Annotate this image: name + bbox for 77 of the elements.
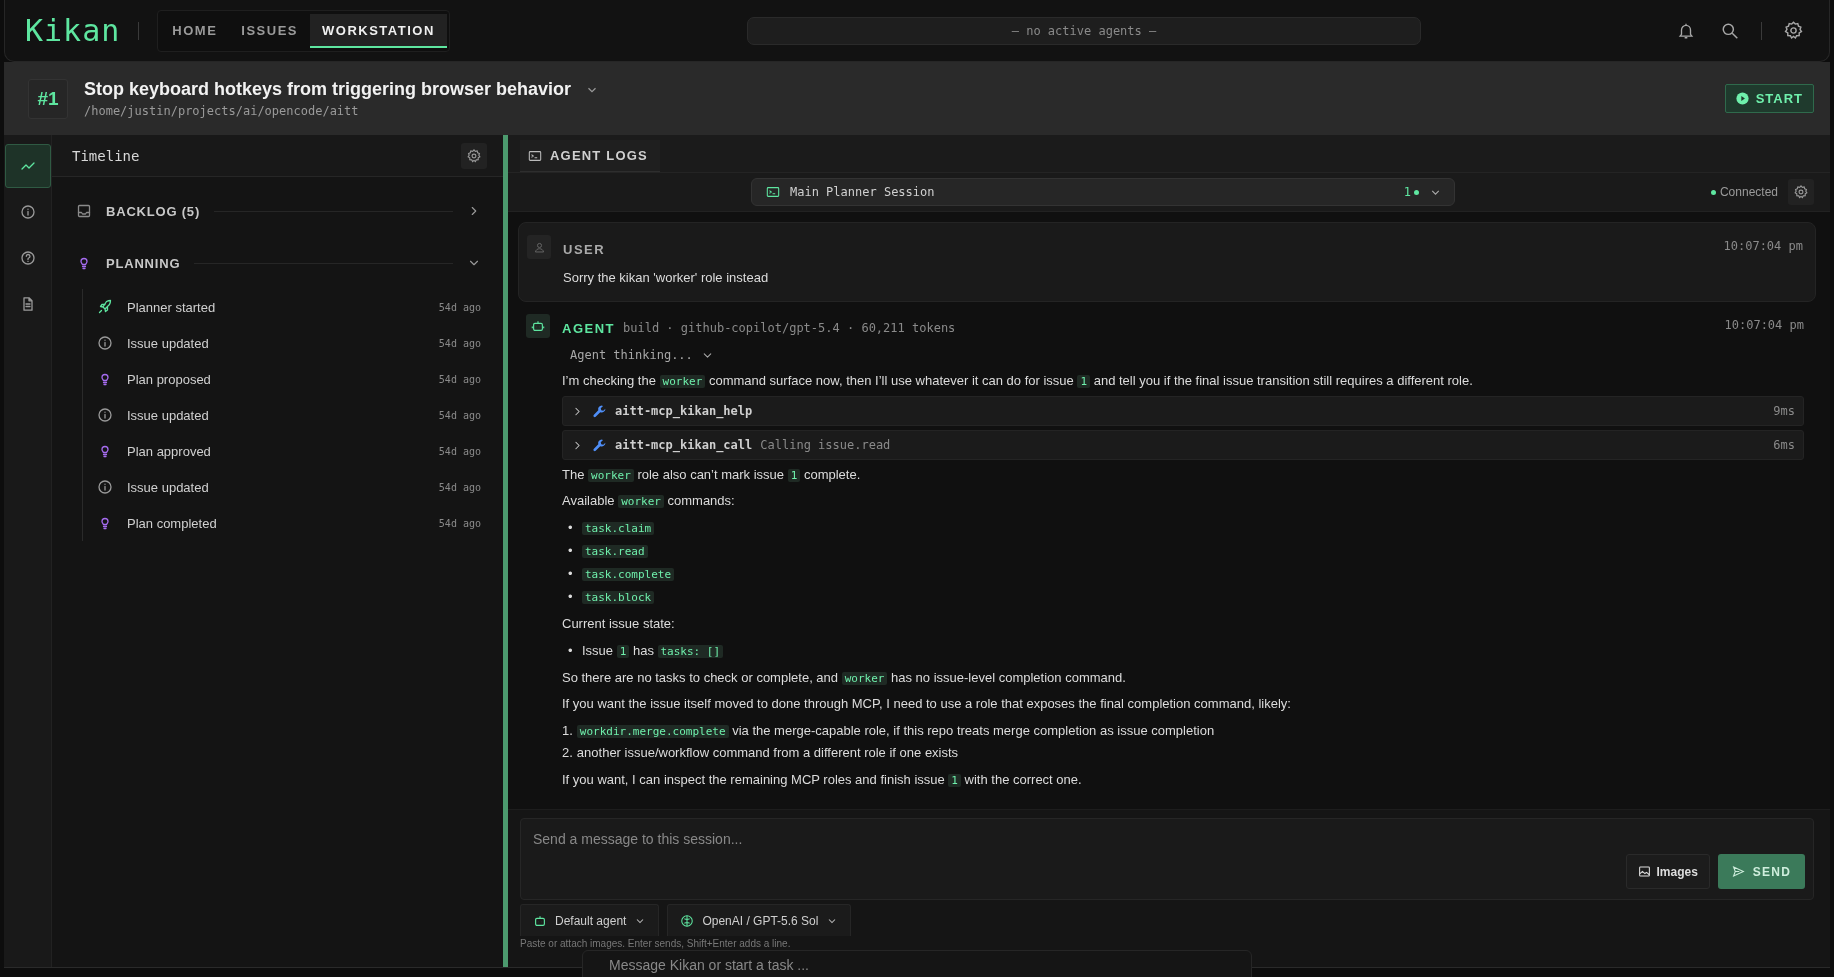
user-icon [527, 235, 551, 259]
terminal-icon [528, 148, 542, 163]
timeline-event[interactable]: Plan approved 54d ago [83, 433, 503, 469]
robot-icon [533, 913, 547, 928]
nav-tab[interactable]: HOME [160, 13, 230, 48]
message-composer[interactable]: Send a message to this session... Images SEND [520, 818, 1814, 900]
thinking-toggle[interactable]: Agent thinking... [562, 348, 722, 362]
start-button[interactable]: START [1724, 84, 1814, 113]
play-icon [1735, 92, 1749, 105]
message-role: USER [563, 241, 606, 257]
tool-name: aitt-mcp_kikan_call [615, 438, 753, 452]
message-time: 10:07:04 pm [1723, 238, 1803, 255]
nav-tab[interactable]: WORKSTATION [310, 13, 447, 48]
message-text: Current issue state: [562, 615, 676, 633]
terminal-icon [766, 185, 780, 199]
globe-icon [680, 913, 695, 928]
message-role: AGENT [562, 320, 615, 336]
timeline-event[interactable]: Plan completed 54d ago [83, 505, 503, 541]
wrench-icon [592, 403, 607, 419]
agent-logs-tab[interactable]: AGENT LOGS [520, 140, 660, 172]
list-item: 1. workdir.merge.complete via the merge-capable role, if this repo treats merge completion as issue completion [562, 722, 1216, 740]
timeline-section-header[interactable]: BACKLOG (5) [52, 185, 503, 237]
nav-tab[interactable]: ISSUES [229, 13, 310, 48]
info-icon [97, 479, 113, 495]
message-meta: build · github-copilot/gpt-5.4 · 60,211 tokens [623, 321, 956, 335]
issue-title: Stop keyboard hotkeys from triggering browser behavior [84, 79, 572, 100]
tool-duration: 6ms [1773, 438, 1795, 452]
timeline-event[interactable]: Planner started 54d ago [83, 289, 503, 325]
issue-number: #1 [28, 78, 68, 119]
help-icon [19, 250, 36, 266]
message-text: Available worker commands: [562, 492, 736, 510]
timeline-section-header[interactable]: PLANNING [52, 237, 503, 289]
settings-icon[interactable] [1788, 179, 1814, 205]
composer-hint: Paste or attach images. Enter sends, Shift+Enter adds a line. [520, 938, 792, 949]
info-icon [97, 407, 113, 423]
project-path: /home/justin/projects/ai/opencode/aitt [84, 104, 360, 118]
agent-status-bar: — no active agents — [747, 16, 1421, 45]
wrench-icon [592, 437, 607, 453]
image-icon [1637, 865, 1651, 878]
session-selector[interactable]: Main Planner Session 1 [751, 178, 1455, 206]
settings-icon[interactable] [461, 142, 487, 169]
message-text: If you want the issue itself moved to done through MCP, I need to use a role that exposes the final completion command, likely: [562, 695, 1292, 713]
send-icon [1731, 865, 1745, 878]
message-time: 10:07:04 pm [1724, 317, 1804, 334]
timeline-event[interactable]: Plan proposed 54d ago [83, 361, 503, 397]
tool-call-row[interactable]: aitt-mcp_kikan_call Calling issue.read 6ms [562, 430, 1804, 460]
quick-prompt-field[interactable]: Message Kikan or start a task ... [582, 950, 1252, 977]
timeline-event[interactable]: Issue updated 54d ago [83, 325, 503, 361]
message-text: I’m checking the worker command surface now, then I’ll use whatever it can do for issue 1 and tell you if the final issue transition still requires a different role. [562, 372, 1474, 390]
tool-call-row[interactable]: aitt-mcp_kikan_help 9ms [562, 396, 1804, 426]
message-text: If you want, I can inspect the remaining MCP roles and finish issue 1 with the correct one. [562, 771, 1083, 789]
list-item: 2. another issue/workflow command from a different role if one exists [562, 744, 960, 762]
list-item: • task.read [568, 541, 1804, 561]
message-text: Sorry the kikan 'worker' role instead [563, 269, 770, 287]
app-logo[interactable]: Kikan [25, 13, 121, 48]
info-icon [19, 204, 36, 220]
images-button[interactable]: Images [1625, 854, 1710, 889]
list-item: • task.claim [568, 518, 1804, 538]
list-item: • task.block [568, 587, 1804, 607]
tool-name: aitt-mcp_kikan_help [615, 404, 753, 418]
connection-status: Connected [1710, 185, 1778, 199]
panel-title: Timeline [72, 147, 140, 164]
tool-duration: 9ms [1773, 404, 1795, 418]
info-icon [97, 335, 113, 351]
rocket-icon [97, 299, 113, 315]
list-item: • Issue 1 has tasks: [] [568, 641, 1804, 661]
timeline-event[interactable]: Issue updated 54d ago [83, 397, 503, 433]
send-button[interactable]: SEND [1717, 854, 1805, 889]
message-text: So there are no tasks to check or complete, and worker has no issue-level completion command. [562, 669, 1127, 687]
model-selector[interactable]: OpenAI / GPT-5.6 Sol [667, 904, 852, 936]
robot-icon [526, 314, 550, 338]
agent-selector[interactable]: Default agent [520, 904, 660, 936]
inbox-icon [76, 203, 92, 219]
list-item: • task.complete [568, 564, 1804, 584]
tool-detail: Calling issue.read [760, 438, 891, 452]
message-text: The worker role also can’t mark issue 1 complete. [562, 466, 862, 484]
timeline-event[interactable]: Issue updated 54d ago [83, 469, 503, 505]
